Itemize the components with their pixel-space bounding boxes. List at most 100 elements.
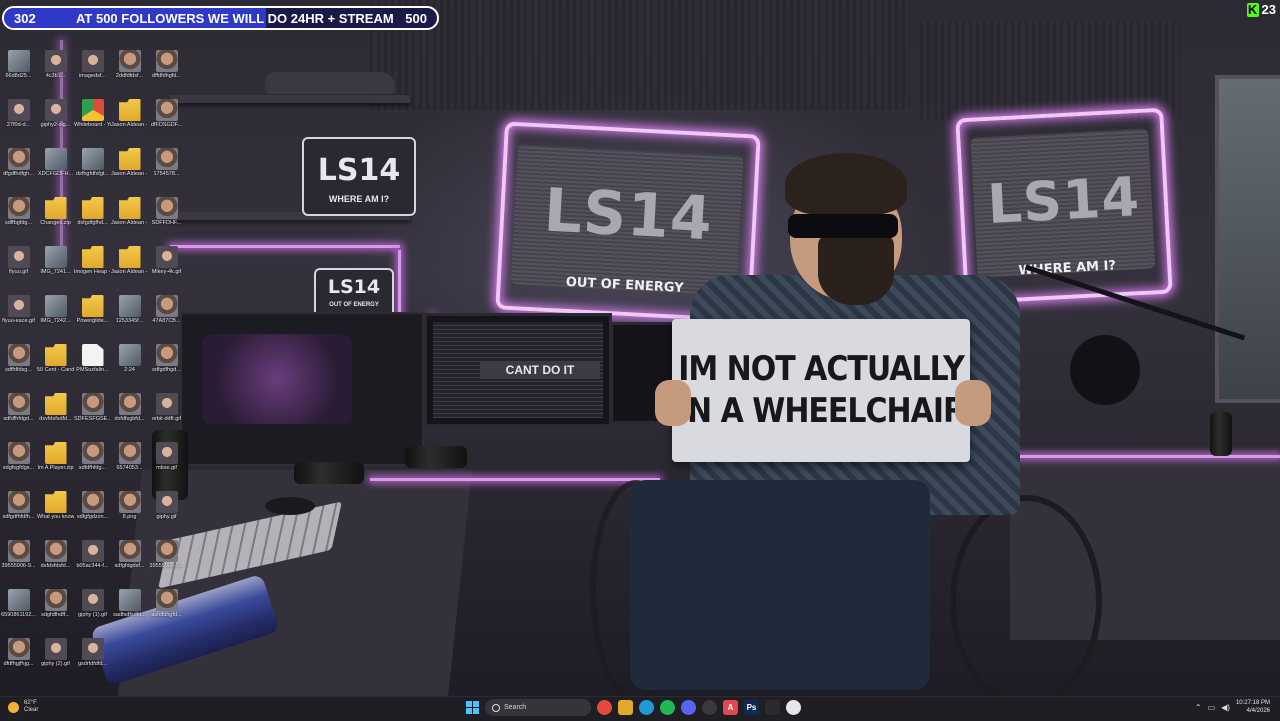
desktop-icon[interactable]: sdffdfdsg... (0, 344, 37, 374)
desktop-icon-label: 4c3b1... (45, 73, 66, 79)
folder-icon (81, 197, 104, 219)
desktop-icon[interactable]: giphy (1).gif (74, 589, 111, 619)
desktop-icon[interactable]: sdffbgfdg... (0, 197, 37, 227)
character-hand-left (655, 380, 691, 426)
desktop-icon-label: IMG_7242... (40, 318, 71, 324)
desktop-icon[interactable]: IMG_7242... (37, 295, 74, 325)
chevron-up-icon[interactable]: ⌃ (1195, 703, 1202, 712)
desktop-icon-label: 2ddfdfdsf... (115, 73, 144, 79)
search-box[interactable]: Search (485, 699, 591, 716)
desktop-icon[interactable]: asfdfdhgfd... (148, 589, 185, 619)
network-icon[interactable]: ▭ (1208, 703, 1216, 712)
image-icon (44, 148, 67, 170)
desktop-icon[interactable]: Im A Player.zip (37, 442, 74, 472)
desktop-icon[interactable]: 2:24 (111, 344, 148, 374)
desktop-icon[interactable]: sdfgdfhfdfh... (0, 491, 37, 521)
file-explorer-icon[interactable] (618, 700, 633, 715)
desktop-icon[interactable]: 1754578... (148, 148, 185, 178)
desktop-icon[interactable]: IMG_7241... (37, 246, 74, 276)
desktop-icon[interactable]: PMSuzfalin... (74, 344, 111, 374)
desktop-icon[interactable]: 1253345f... (111, 295, 148, 325)
image-icon (81, 148, 104, 170)
desktop-icon[interactable]: 47A87CB... (148, 295, 185, 325)
desktop-icon[interactable]: sdgfdfhdff... (37, 589, 74, 619)
desktop-icon[interactable]: flyuu.gif (0, 246, 37, 276)
spotify-icon[interactable] (660, 700, 675, 715)
desktop-icon[interactable]: sadfsdfsdfd... (111, 589, 148, 619)
desktop-icon[interactable]: Jason Aldean - She's Cou... (111, 99, 148, 129)
desktop-icon[interactable]: 6590861192... (0, 589, 37, 619)
desktop-icon[interactable]: giphy (2).gif (37, 638, 74, 668)
desktop-icon[interactable]: Imogen Heap - Hid... (74, 246, 111, 276)
obs-icon[interactable] (702, 700, 717, 715)
discord-icon[interactable] (681, 700, 696, 715)
desktop-icon[interactable]: sdgfsgfdgs... (0, 442, 37, 472)
desktop-icon[interactable]: sdfgfgdzzn... (74, 491, 111, 521)
desktop-icon[interactable]: dsfgdfgfhd... (74, 197, 111, 227)
desktop-icon[interactable]: mbxe.gif (148, 442, 185, 472)
face-icon (118, 50, 141, 72)
gif-icon (7, 99, 30, 121)
desktop-icon[interactable]: dfFDSGDF... (148, 99, 185, 129)
desktop-icon[interactable]: gsdrfdfdfd... (74, 638, 111, 668)
neon-strip (170, 245, 400, 248)
desktop-icon[interactable]: orbit-ddft.gif (148, 393, 185, 423)
desktop-icon[interactable]: dsfdsfdsfd... (37, 540, 74, 570)
desktop-icon-label: 6574053... (116, 465, 143, 471)
desktop-icon[interactable]: 27f0d-d... (0, 99, 37, 129)
desktop-icon[interactable]: giphy2-sig... (37, 99, 74, 129)
desktop-icon[interactable]: Jason Aldean - Tonight I... (111, 197, 148, 227)
clock[interactable]: 10:27:18 PM 4/4/2026 (1236, 699, 1270, 715)
desktop-icon-label: 39555906-9... (1, 563, 36, 569)
desktop-icon[interactable]: XDCFGDFH... (37, 148, 74, 178)
follower-goal-text: AT 500 FOLLOWERS WE WILL DO 24HR + STREA… (76, 11, 394, 26)
desktop-icon[interactable]: 2ddfdfdsf... (111, 50, 148, 80)
desktop-icon[interactable]: SDFESFGSE... (74, 393, 111, 423)
desktop-icon[interactable]: dfdfhgjfhjg... (0, 638, 37, 668)
desktop-icon[interactable]: imagedsf... (74, 50, 111, 80)
desktop-icon[interactable]: 6574053... (111, 442, 148, 472)
photoshop-icon[interactable]: Ps (744, 700, 759, 715)
desktop-icon[interactable]: dsvfdsfsdfd... (37, 393, 74, 423)
desktop-icon-label: sdgfsgfdgs... (2, 465, 35, 471)
desktop-icon[interactable]: b05ac344-f... (74, 540, 111, 570)
edge-icon[interactable] (639, 700, 654, 715)
chrome-icon[interactable] (597, 700, 612, 715)
volume-icon[interactable]: ◀) (1221, 703, 1230, 712)
desktop-icon[interactable]: sdfdfhfdgd... (0, 393, 37, 423)
desktop-icon[interactable]: Changes.zip (37, 197, 74, 227)
terminal-icon[interactable] (765, 700, 780, 715)
desktop-icon[interactable]: 39555906-9... (148, 540, 185, 570)
desktop-icon[interactable]: sdfgdfhgd... (148, 344, 185, 374)
weather-desc: Clear (24, 707, 39, 713)
desktop-icon[interactable]: giphy.gif (148, 491, 185, 521)
desktop-icon[interactable]: flyuu-eace.gif (0, 295, 37, 325)
desktop-icon[interactable]: 50 Cent - Candy Sho... (37, 344, 74, 374)
desktop-icon[interactable]: Jason Aldean - My Kinda ... (111, 246, 148, 276)
face-icon (155, 589, 178, 611)
desktop-icon[interactable]: dfgdfhdfgh... (0, 148, 37, 178)
weather-widget[interactable]: 62°F Clear (8, 700, 38, 714)
desktop-icon[interactable]: What you know abo... (37, 491, 74, 521)
desktop-icon[interactable]: Jason Aldean - Night Tra... (111, 148, 148, 178)
desktop-icon[interactable]: dffdfdhgfd... (148, 50, 185, 80)
desktop-icon[interactable]: dsfhgfdfsfgt... (74, 148, 111, 178)
desktop-icon[interactable]: sdfgfdgdsf... (111, 540, 148, 570)
desktop-icon[interactable]: SDFFDHF... (148, 197, 185, 227)
white-circle-app-icon[interactable] (786, 700, 801, 715)
desktop-icon[interactable]: 39555906-9... (0, 540, 37, 570)
desktop-icon[interactable]: dsfdfsgbfd... (111, 393, 148, 423)
desktop-icon-label: PMSuzfalin... (76, 367, 109, 373)
neon-strip (370, 478, 660, 481)
adobe-icon[interactable]: A (723, 700, 738, 715)
desktop-icon[interactable]: 4c3b1... (37, 50, 74, 80)
desktop-icon[interactable]: Mikey-4k.gif (148, 246, 185, 276)
desktop-icon[interactable]: Powerglide... (74, 295, 111, 325)
start-button[interactable] (466, 701, 479, 714)
folder-icon (44, 197, 67, 219)
desktop-icon[interactable]: 8.png (111, 491, 148, 521)
taskbar: 62°F Clear Search A Ps ⌃ ▭ ◀) 10:27:18 PM… (0, 696, 1280, 721)
desktop-icon[interactable]: 66d8d25... (0, 50, 37, 80)
desktop-icon[interactable]: Whiteboard - YouTube (74, 99, 111, 129)
desktop-icon[interactable]: sdfdfhfdg... (74, 442, 111, 472)
